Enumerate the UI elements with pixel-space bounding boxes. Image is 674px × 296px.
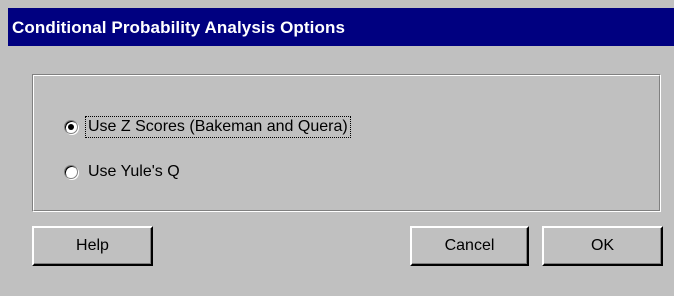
radio-button-unchecked[interactable] (64, 165, 78, 179)
ok-button[interactable]: OK (542, 226, 663, 266)
help-button[interactable]: Help (32, 226, 153, 266)
option-z-scores-label[interactable]: Use Z Scores (Bakeman and Quera) (85, 116, 351, 138)
cancel-button[interactable]: Cancel (410, 226, 529, 266)
radio-button-checked[interactable] (64, 120, 78, 134)
window-title: Conditional Probability Analysis Options (12, 18, 346, 37)
option-yules-q-label[interactable]: Use Yule's Q (86, 162, 182, 182)
options-group: Use Z Scores (Bakeman and Quera) Use Yul… (32, 74, 661, 212)
title-bar: Conditional Probability Analysis Options (8, 8, 674, 46)
dialog-window: Conditional Probability Analysis Options… (0, 0, 674, 296)
radio-dot (68, 124, 74, 130)
option-z-scores[interactable]: Use Z Scores (Bakeman and Quera) (64, 115, 351, 139)
option-yules-q[interactable]: Use Yule's Q (64, 160, 182, 184)
